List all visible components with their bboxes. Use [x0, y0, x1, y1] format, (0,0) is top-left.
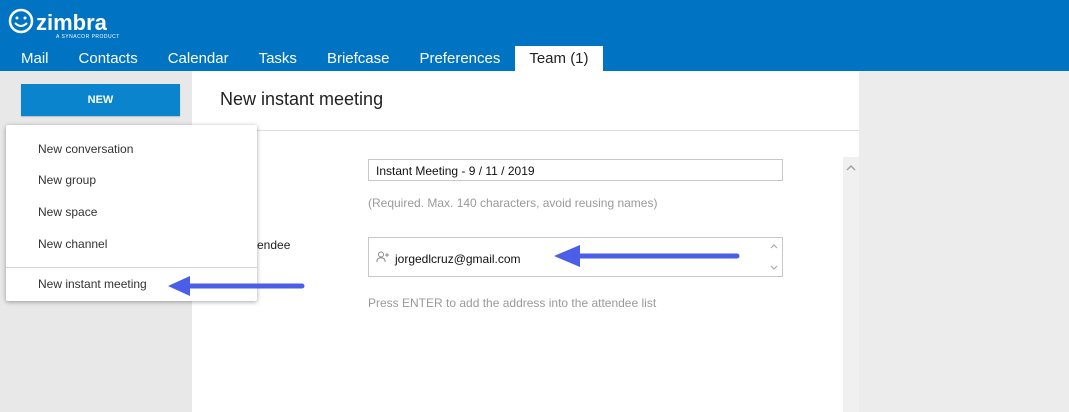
attendee-scroll-arrows-icon	[770, 244, 778, 270]
menu-item-new-space[interactable]: New space	[38, 205, 97, 219]
menu-divider	[6, 267, 257, 268]
annotation-arrow-icon	[554, 245, 740, 267]
tab-team[interactable]: Team (1)	[515, 46, 603, 71]
annotation-arrow-icon	[168, 276, 305, 296]
form-scrollbar[interactable]	[843, 157, 859, 412]
smiley-logo-icon	[8, 8, 34, 34]
tab-calendar[interactable]: Calendar	[153, 46, 244, 71]
app-header: zimbra A SYNACOR PRODUCT Mail Contacts C…	[0, 0, 1069, 71]
zimbra-logo[interactable]: zimbra A SYNACOR PRODUCT	[8, 8, 119, 40]
tab-briefcase[interactable]: Briefcase	[312, 46, 405, 71]
tab-tasks[interactable]: Tasks	[244, 46, 312, 71]
attendee-value: jorgedlcruz@gmail.com	[395, 252, 521, 266]
meeting-name-input[interactable]: Instant Meeting - 9 / 11 / 2019	[368, 159, 783, 181]
app-tabs: Mail Contacts Calendar Tasks Briefcase P…	[0, 46, 603, 71]
menu-item-new-channel[interactable]: New channel	[38, 237, 107, 251]
title-divider	[192, 130, 859, 131]
page-title: New instant meeting	[220, 89, 384, 109]
attendee-scrollbar[interactable]	[766, 238, 782, 276]
tab-mail[interactable]: Mail	[0, 46, 64, 71]
tab-contacts[interactable]: Contacts	[64, 46, 153, 71]
meeting-name-hint: (Required. Max. 140 characters, avoid re…	[368, 196, 658, 210]
add-person-icon	[376, 251, 389, 263]
right-pane	[859, 71, 1069, 412]
menu-item-new-instant-meeting[interactable]: New instant meeting	[38, 277, 147, 291]
logo-tagline: A SYNACOR PRODUCT	[56, 34, 120, 40]
new-button[interactable]: NEW	[21, 84, 180, 116]
attendee-label: endee	[257, 238, 291, 252]
scroll-up-icon[interactable]	[843, 161, 859, 175]
menu-item-new-conversation[interactable]: New conversation	[38, 142, 133, 156]
menu-item-new-group[interactable]: New group	[38, 173, 96, 187]
tab-preferences[interactable]: Preferences	[404, 46, 515, 71]
attendee-hint: Press ENTER to add the address into the …	[368, 296, 657, 310]
logo-wordmark: zimbra	[36, 10, 107, 35]
